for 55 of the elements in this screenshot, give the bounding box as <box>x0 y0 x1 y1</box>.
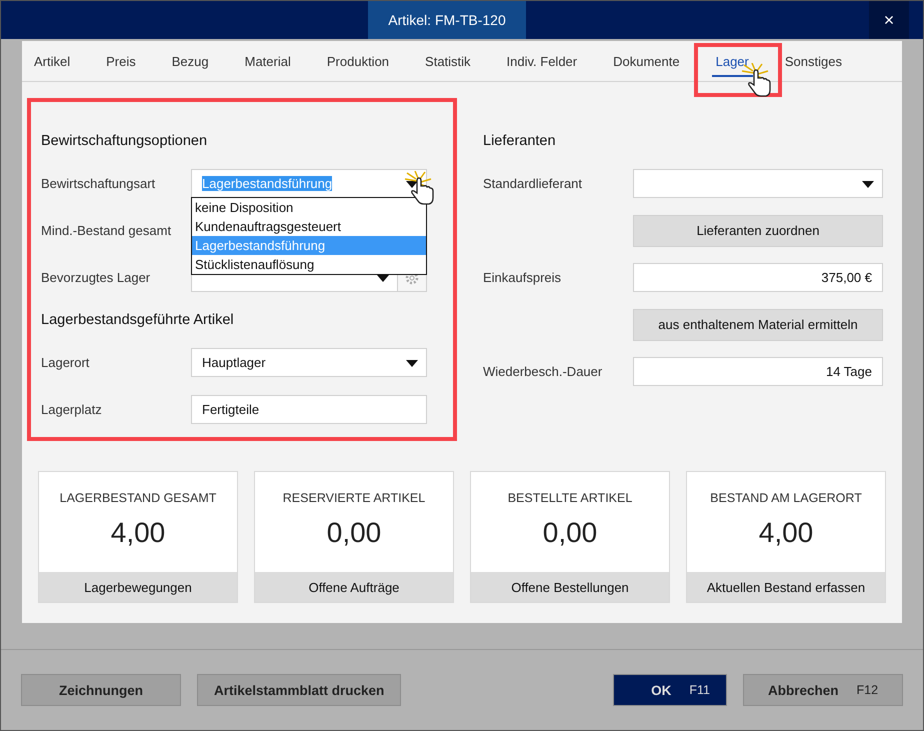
footer-button[interactable]: Abbrechen F12 <box>743 674 903 706</box>
tab[interactable]: Bezug <box>172 41 209 81</box>
section-title: Lagerbestandsgeführte Artikel <box>41 311 235 330</box>
input-value: Fertigteile <box>202 402 260 417</box>
footer-button[interactable]: Zeichnungen <box>21 674 181 706</box>
card-button[interactable]: Offene Bestellungen <box>471 572 669 602</box>
footer-button[interactable]: OK F11 <box>613 674 727 706</box>
footer-button[interactable]: Artikelstammblatt drucken <box>197 674 402 706</box>
card-button[interactable]: Offene Aufträge <box>255 572 453 602</box>
field-label: Bewirtschaftungsart <box>41 176 156 191</box>
card-button[interactable]: Aktuellen Bestand erfassen <box>687 572 885 602</box>
caret-icon <box>406 360 418 367</box>
field-label: Lagerplatz <box>41 402 103 417</box>
tab[interactable]: Material <box>244 41 291 81</box>
input-field[interactable]: Fertigteile <box>191 395 427 424</box>
field-label: Einkaufspreis <box>483 270 562 285</box>
field-label: Mind.-Bestand gesamt <box>41 223 172 238</box>
card-value: 0,00 <box>326 517 382 550</box>
card-value: 4,00 <box>110 517 166 550</box>
card-value: 0,00 <box>542 517 598 550</box>
dropdown-field[interactable]: Hauptlager <box>191 348 427 377</box>
tab[interactable]: Sonstiges <box>784 41 842 81</box>
dropdown-field[interactable] <box>633 169 883 198</box>
card-button[interactable]: Lagerbewegungen <box>39 572 237 602</box>
input-value: 375,00 € <box>821 270 872 285</box>
input-value: 14 Tage <box>826 364 872 379</box>
caret-icon <box>406 181 418 188</box>
section-title: Lieferanten <box>483 132 557 151</box>
caret-icon <box>862 181 874 188</box>
field-label: Lagerort <box>41 355 90 370</box>
tab[interactable]: Indiv. Felder <box>506 41 578 81</box>
card-title: LAGERBESTAND GESAMT <box>58 491 218 505</box>
close-button[interactable]: × <box>869 1 909 39</box>
card-title: BESTAND AM LAGERORT <box>709 491 863 505</box>
section-title: Bewirtschaftungsoptionen <box>41 132 208 151</box>
action-button[interactable]: aus enthaltenem Material ermitteln <box>633 308 883 340</box>
input-field[interactable]: 14 Tage <box>633 357 883 386</box>
field-label: Wiederbesch.-Dauer <box>483 364 604 379</box>
dropdown-value: Lagerbestandsführung <box>202 176 332 191</box>
dropdown-option[interactable]: Kundenauftragsgesteuert <box>192 217 426 236</box>
card-title: RESERVIERTE ARTIKEL <box>282 491 426 505</box>
tab[interactable]: Preis <box>106 41 136 81</box>
action-button[interactable]: Lieferanten zuordnen <box>633 214 883 246</box>
window-title: Artikel: FM-TB-120 <box>368 1 526 39</box>
tab[interactable]: Statistik <box>425 41 471 81</box>
input-field[interactable]: 375,00 € <box>633 263 883 292</box>
card-value: 4,00 <box>758 517 814 550</box>
tab[interactable]: Produktion <box>326 41 390 81</box>
tab[interactable]: Artikel <box>34 41 70 81</box>
dropdown-option[interactable]: Stücklistenauflösung <box>192 255 426 274</box>
tab[interactable]: Dokumente <box>613 41 680 81</box>
field-label: Bevorzugtes Lager <box>41 270 152 285</box>
card-title: BESTELLTE ARTIKEL <box>506 491 634 505</box>
field-label: Standardlieferant <box>483 176 584 191</box>
dropdown-value: Hauptlager <box>202 355 266 370</box>
